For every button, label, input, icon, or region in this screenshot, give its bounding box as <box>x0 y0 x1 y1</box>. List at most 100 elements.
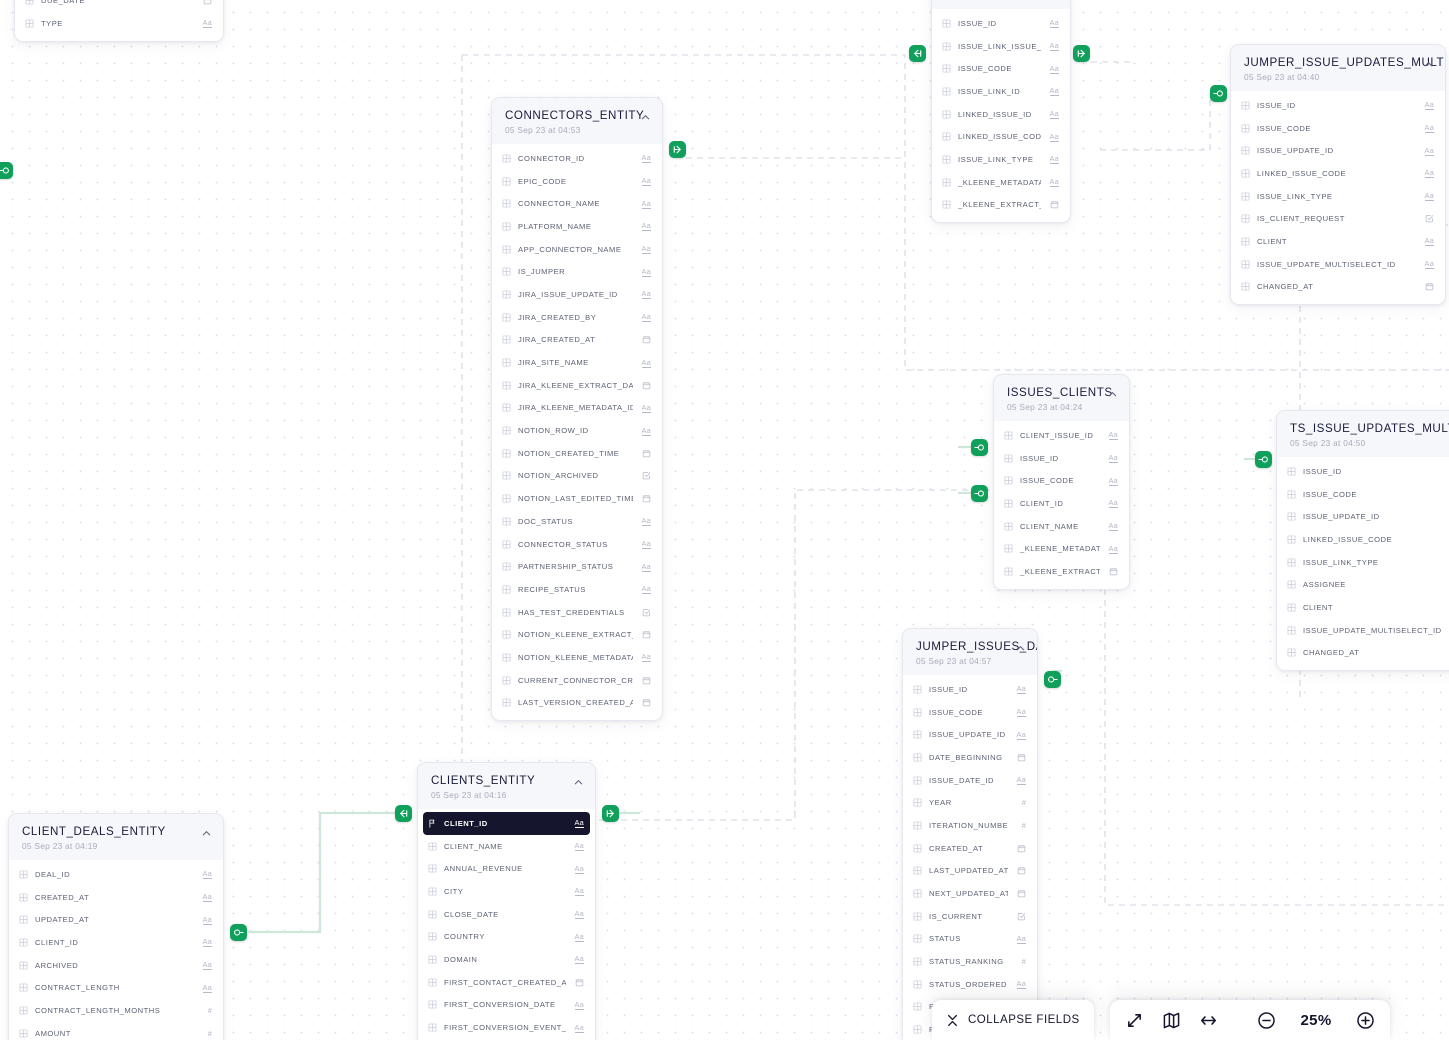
entity-field-row[interactable]: UPDATED_AT Aa <box>9 908 223 931</box>
entity-card[interactable]: TS_ISSUE_UPDATES_MULTISELECT 05 Sep 23 at… <box>1276 410 1449 672</box>
entity-card-header[interactable]: CLIENTS_ENTITY 05 Sep 23 at 04:16 <box>418 763 595 809</box>
entity-field-row[interactable]: CLIENT_ID Aa <box>9 931 223 954</box>
entity-field-row[interactable]: ISSUE_IDAa <box>1277 460 1449 483</box>
connection-port-arrow-right[interactable] <box>1073 45 1090 62</box>
entity-field-row[interactable]: ISSUE_CODEAa <box>932 57 1070 80</box>
entity-field-row[interactable]: JIRA_ISSUE_UPDATE_ID Aa <box>492 283 662 306</box>
chevron-up-icon[interactable] <box>640 110 651 121</box>
connection-port-arrow-right[interactable] <box>602 805 619 822</box>
entity-field-row[interactable]: CURRENT_CONNECTOR_CREATED_AT <box>492 669 662 692</box>
entity-field-row[interactable]: CREATED_AT Aa <box>9 886 223 909</box>
entity-field-row[interactable]: ISSUE_CODEAa <box>1231 117 1445 140</box>
entity-card-header[interactable]: CONNECTORS_ENTITY 05 Sep 23 at 04:53 <box>492 98 662 144</box>
connection-port-arrow-left[interactable] <box>909 45 926 62</box>
plus-circle-icon[interactable] <box>1356 1011 1375 1030</box>
map-icon[interactable] <box>1163 1012 1180 1029</box>
entity-field-row[interactable]: ISSUE_IDAa <box>932 12 1070 35</box>
entity-field-row[interactable]: HAS_TEST_CREDENTIALS <box>492 601 662 624</box>
entity-field-row[interactable]: TYPE Aa <box>15 12 223 35</box>
entity-field-row[interactable]: CLIENT_ISSUE_ID Aa <box>994 424 1129 447</box>
entity-field-row[interactable]: CONNECTOR_STATUS Aa <box>492 533 662 556</box>
entity-field-row[interactable]: JIRA_KLEENE_EXTRACT_DATE <box>492 374 662 397</box>
connection-port-arrow-left[interactable] <box>395 805 412 822</box>
entity-card[interactable]: CLIENTS_ENTITY 05 Sep 23 at 04:16 CLIENT_I… <box>417 762 596 1040</box>
entity-field-row[interactable]: NOTION_ARCHIVED <box>492 465 662 488</box>
entity-field-row[interactable]: CLIENT Aa <box>1231 230 1445 253</box>
entity-field-row[interactable]: DUE_DATE <box>15 0 223 12</box>
connection-port-port-out[interactable] <box>230 924 247 941</box>
entity-field-row[interactable]: LINKED_ISSUE_ID Aa <box>932 103 1070 126</box>
entity-card[interactable]: JUMPER_ISSUE_UPDATES_MULTISELECT 05 Sep 2… <box>1230 44 1446 306</box>
entity-field-row[interactable]: JIRA_CREATED_BY Aa <box>492 306 662 329</box>
entity-field-row[interactable]: STATUS_RANKING # <box>903 950 1037 973</box>
entity-field-row[interactable]: LINKED_ISSUE_CODE Aa <box>932 125 1070 148</box>
entity-field-row[interactable]: ISSUE_LINK_TYPEAa <box>1277 551 1449 574</box>
entity-card-header[interactable]: ISSUE_LINKS05 Sep 23 at 04:37 <box>932 0 1070 9</box>
chevron-up-icon[interactable] <box>1015 641 1026 652</box>
entity-field-row[interactable]: _KLEENE_EXTRACT_DATE <box>932 194 1070 217</box>
connection-port-port-in[interactable] <box>0 162 13 179</box>
chevron-up-icon[interactable] <box>1107 387 1118 398</box>
entity-field-row[interactable]: ITERATION_NUMBER # <box>903 814 1037 837</box>
entity-field-row[interactable]: ISSUE_IDAa <box>994 447 1129 470</box>
entity-field-row[interactable]: CITY Aa <box>418 880 595 903</box>
entity-card-header[interactable]: JUMPER_ISSUE_UPDATES_MULTISELECT 05 Sep 2… <box>1231 45 1445 91</box>
entity-field-row[interactable]: ISSUE_LINK_TYPEAa <box>1231 185 1445 208</box>
entity-field-row[interactable]: ISSUE_LINK_ID Aa <box>932 80 1070 103</box>
entity-card-header[interactable]: TS_ISSUE_UPDATES_MULTISELECT 05 Sep 23 at… <box>1277 411 1449 457</box>
entity-field-row[interactable]: PLATFORM_NAME Aa <box>492 215 662 238</box>
entity-field-row[interactable]: STATUS_ORDERED Aa <box>903 973 1037 996</box>
entity-field-row[interactable]: FIRST_CONTACT_CREATED_AT <box>418 971 595 994</box>
entity-field-row[interactable]: RECIPE_STATUS Aa <box>492 578 662 601</box>
entity-field-row[interactable]: AMOUNT # <box>9 1022 223 1040</box>
entity-field-row[interactable]: NEXT_UPDATED_AT <box>903 882 1037 905</box>
entity-field-row[interactable]: PARTNERSHIP_STATUS Aa <box>492 555 662 578</box>
entity-card[interactable]: ISSUE_LINKS05 Sep 23 at 04:37 ISSUE_IDAa I… <box>931 0 1071 224</box>
entity-field-row[interactable]: ISSUE_CODEAa <box>1277 483 1449 506</box>
entity-field-row[interactable]: CHANGED_AT <box>1231 276 1445 299</box>
connection-port-port-out[interactable] <box>1044 671 1061 688</box>
entity-field-row[interactable]: CLOSE_DATE Aa <box>418 903 595 926</box>
entity-field-row[interactable]: ISSUE_CODEAa <box>903 701 1037 724</box>
entity-field-row[interactable]: ISSUE_UPDATE_IDAa <box>1231 139 1445 162</box>
entity-field-row[interactable]: ISSUE_DATE_ID Aa <box>903 769 1037 792</box>
canvas-zoom-toolbar[interactable]: 25% <box>1110 1000 1390 1040</box>
connection-port-port-in[interactable] <box>1210 85 1227 102</box>
entity-field-row[interactable]: ISSUE_UPDATE_MULTISELECT_ID Aa <box>1231 253 1445 276</box>
entity-card-header[interactable]: JUMPER_ISSUES_DAILY 05 Sep 23 at 04:57 <box>903 629 1037 675</box>
entity-field-row[interactable]: DATE_BEGINNING <box>903 746 1037 769</box>
entity-card[interactable]: JUMPER_ISSUES_DAILY 05 Sep 23 at 04:57 ISS… <box>902 628 1038 1040</box>
entity-field-row[interactable]: COUNTRY Aa <box>418 925 595 948</box>
entity-field-row[interactable]: APP_CONNECTOR_NAME Aa <box>492 238 662 261</box>
entity-field-row[interactable]: FIRST_CONVERSION_EVENT_NAME Aa <box>418 1016 595 1039</box>
minus-circle-icon[interactable] <box>1257 1011 1276 1030</box>
entity-field-row[interactable]: CLIENT_ID Aa <box>423 812 590 835</box>
entity-field-row[interactable]: CLIENT_ID Aa <box>994 492 1129 515</box>
entity-field-row[interactable]: CHANGED_AT <box>1277 642 1449 665</box>
entity-field-row[interactable]: NOTION_KLEENE_EXTRACT_DATE <box>492 623 662 646</box>
entity-field-row[interactable]: CONTRACT_LENGTH Aa <box>9 976 223 999</box>
entity-field-row[interactable]: ISSUE_IDAa <box>903 678 1037 701</box>
entity-field-row[interactable]: CONNECTOR_ID Aa <box>492 147 662 170</box>
entity-card-header[interactable]: ISSUES_CLIENTS 05 Sep 23 at 04:24 <box>994 375 1129 421</box>
entity-card[interactable]: CLIENT_DEALS_ENTITY 05 Sep 23 at 04:19 DEA… <box>8 813 224 1040</box>
connection-port-port-in[interactable] <box>971 485 988 502</box>
entity-field-row[interactable]: NOTION_CREATED_TIME <box>492 442 662 465</box>
entity-field-row[interactable]: IS_CLIENT_REQUEST <box>1231 207 1445 230</box>
entity-field-row[interactable]: YEAR # <box>903 791 1037 814</box>
entity-field-row[interactable]: IS_JUMPER Aa <box>492 260 662 283</box>
entity-field-row[interactable]: CLIENT_NAME Aa <box>418 835 595 858</box>
entity-field-row[interactable]: ISSUE_UPDATE_IDAa <box>1277 505 1449 528</box>
entity-card[interactable]: ISSUES_CLIENTS 05 Sep 23 at 04:24 CLIENT_I… <box>993 374 1130 590</box>
collapse-fields-button[interactable]: COLLAPSE FIELDS <box>932 1000 1094 1040</box>
entity-field-row[interactable]: LAST_VERSION_CREATED_AT <box>492 692 662 715</box>
entity-field-row[interactable]: STATUS Aa <box>903 928 1037 951</box>
entity-field-row[interactable]: IS_CURRENT <box>903 905 1037 928</box>
entity-field-row[interactable]: NOTION_LAST_EDITED_TIME <box>492 487 662 510</box>
entity-field-row[interactable]: NOTION_KLEENE_METADATA_ID Aa <box>492 646 662 669</box>
expand-diagonal-icon[interactable] <box>1126 1012 1143 1029</box>
entity-field-row[interactable]: DOC_STATUS Aa <box>492 510 662 533</box>
entity-field-row[interactable]: ANNUAL_REVENUE Aa <box>418 857 595 880</box>
entity-field-row[interactable]: ISSUE_LINK_TYPEAa <box>932 148 1070 171</box>
entity-field-row[interactable]: _KLEENE_METADATA_ID Aa <box>994 537 1129 560</box>
